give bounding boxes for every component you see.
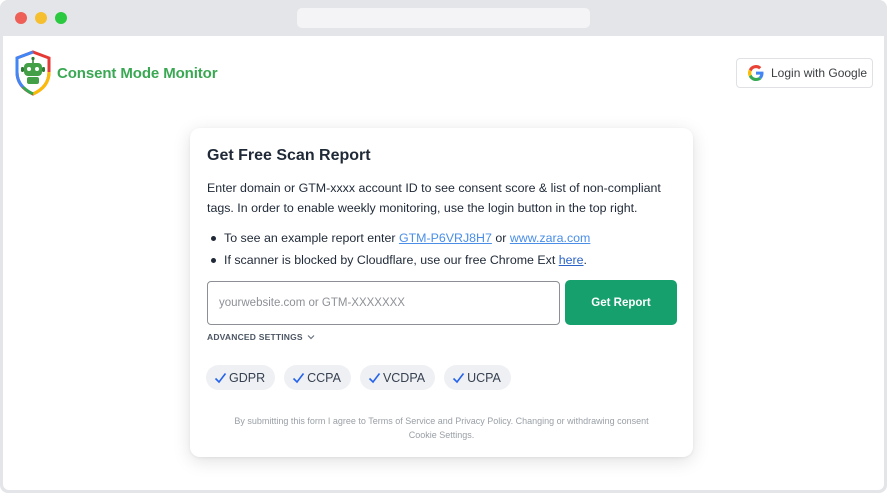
browser-titlebar [0, 0, 887, 36]
get-report-button[interactable]: Get Report [565, 280, 677, 325]
browser-window: Consent Mode Monitor Login with Google G… [0, 0, 887, 493]
chip-ccpa[interactable]: CCPA [284, 365, 351, 390]
advanced-settings-label: ADVANCED SETTINGS [207, 332, 303, 342]
check-icon [368, 372, 381, 383]
shield-robot-icon [15, 50, 51, 96]
list-item: If scanner is blocked by Cloudflare, use… [207, 249, 677, 271]
regulation-chips: GDPR CCPA VCDPA UCPA [206, 365, 520, 390]
domain-input[interactable] [207, 281, 560, 325]
scan-report-card: Get Free Scan Report Enter domain or GTM… [190, 128, 693, 457]
page-viewport: Consent Mode Monitor Login with Google G… [3, 36, 884, 490]
period-text: . [583, 253, 587, 267]
example-gtm-link[interactable]: GTM-P6VRJ8H7 [399, 231, 492, 245]
google-g-icon [748, 65, 764, 81]
check-icon [293, 372, 305, 383]
card-description: Enter domain or GTM-xxxx account ID to s… [207, 181, 661, 215]
card-title: Get Free Scan Report [207, 147, 371, 164]
chip-label: VCDPA [382, 370, 426, 385]
cloudflare-text: If scanner is blocked by Cloudflare, use… [224, 253, 559, 267]
chip-label: UCPA [467, 370, 501, 385]
address-bar[interactable] [297, 8, 590, 28]
cookie-settings-link[interactable]: Cookie Settings. [207, 428, 676, 442]
chip-ucpa[interactable]: UCPA [444, 365, 511, 390]
chrome-ext-link[interactable]: here [559, 253, 584, 267]
example-text: To see an example report enter [224, 231, 399, 245]
list-item: To see an example report enter GTM-P6VRJ… [207, 227, 677, 249]
chip-vcdpa[interactable]: VCDPA [359, 365, 436, 390]
site-name: Consent Mode Monitor [57, 64, 218, 82]
check-icon [214, 372, 227, 383]
disclaimer-line-1: By submitting this form I agree to Terms… [234, 416, 649, 426]
site-logo[interactable]: Consent Mode Monitor [11, 50, 218, 96]
maximize-window-button[interactable] [55, 12, 67, 24]
check-icon [453, 372, 465, 383]
chip-label: CCPA [307, 370, 341, 385]
login-with-google-button[interactable]: Login with Google [736, 58, 873, 88]
advanced-settings-toggle[interactable]: ADVANCED SETTINGS [207, 332, 315, 342]
example-domain-link[interactable]: www.zara.com [510, 231, 591, 245]
hint-list: To see an example report enter GTM-P6VRJ… [207, 227, 677, 271]
minimize-window-button[interactable] [35, 12, 47, 24]
chevron-down-icon [307, 335, 315, 340]
close-window-button[interactable] [15, 12, 27, 24]
consent-disclaimer: By submitting this form I agree to Terms… [207, 414, 676, 442]
or-text: or [491, 231, 510, 245]
chip-gdpr[interactable]: GDPR [206, 365, 276, 390]
login-button-label: Login with Google [771, 66, 868, 80]
chip-label: GDPR [229, 370, 266, 385]
